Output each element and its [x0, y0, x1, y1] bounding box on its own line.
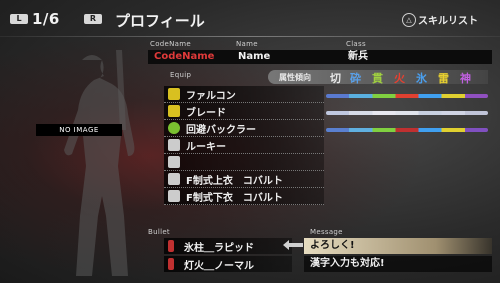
upper-garment-icon: [168, 173, 180, 185]
bullet-item-label: 灯火＿ノーマル: [184, 261, 254, 272]
codename-label: CodeName: [150, 40, 191, 48]
message-line-1[interactable]: よろしく!: [304, 238, 492, 254]
bullet-slot-2[interactable]: 灯火＿ノーマル: [164, 256, 292, 272]
name-value[interactable]: Name: [232, 50, 342, 64]
equip-slot-1[interactable]: ファルコン: [164, 86, 324, 103]
equip-slot-6[interactable]: F制式上衣 コバルト: [164, 171, 324, 188]
element-thunder: 雷: [438, 72, 449, 85]
element-pierce: 貫: [372, 72, 383, 85]
element-slash: 切: [330, 72, 341, 85]
control-unit-icon: [168, 139, 180, 151]
character-silhouette: [64, 50, 135, 276]
bullet-icon: [168, 258, 174, 270]
shield-icon: [168, 122, 180, 134]
equip-slot-7[interactable]: F制式下衣 コバルト: [164, 188, 324, 205]
equip-label: Equip: [170, 71, 192, 79]
equip-item-label: 回避バックラー: [186, 125, 256, 136]
bullet-icon: [168, 240, 174, 252]
name-label: Name: [236, 40, 258, 48]
class-label: Class: [346, 40, 366, 48]
page-title: プロフィール: [115, 12, 205, 30]
equip-slot-4[interactable]: ルーキー: [164, 137, 324, 154]
attribute-tendency-label: 属性傾向: [279, 73, 311, 82]
element-ice: 氷: [416, 72, 427, 85]
codename-value[interactable]: CodeName: [148, 50, 232, 64]
skill-list-button[interactable]: スキルリスト: [418, 12, 478, 27]
attribute-bar-weapon: [326, 94, 488, 98]
element-divine: 神: [460, 72, 471, 85]
attribute-bar-shield: [326, 128, 488, 132]
attribute-bar-gun: [326, 111, 488, 115]
speech-bubble-icon: [283, 240, 303, 250]
equip-item-label: F制式下衣 コバルト: [186, 193, 283, 204]
header: L 1/6 R プロフィール △ スキルリスト: [0, 0, 500, 40]
message-line-2[interactable]: 漢字入力も対応!: [304, 256, 492, 272]
equip-slot-5[interactable]: [164, 154, 324, 171]
blade-icon: [168, 88, 180, 100]
gun-icon: [168, 105, 180, 117]
lower-garment-icon: [168, 190, 180, 202]
bullet-slot-1[interactable]: 氷柱＿ラピッド: [164, 238, 292, 254]
equip-slot-2[interactable]: ブレード: [164, 103, 324, 120]
no-image-label: NO IMAGE: [36, 124, 122, 136]
equip-item-label: ルーキー: [186, 142, 226, 153]
equip-item-label: ブレード: [186, 108, 226, 119]
class-value[interactable]: 新兵: [342, 50, 492, 64]
message-label: Message: [310, 228, 343, 236]
bullet-item-label: 氷柱＿ラピッド: [184, 243, 254, 254]
element-crush: 砕: [350, 72, 361, 85]
equip-item-label: ファルコン: [186, 91, 236, 102]
triangle-button-icon[interactable]: △: [402, 13, 416, 27]
empty-slot-icon: [168, 156, 180, 168]
r-button-icon[interactable]: R: [84, 14, 102, 24]
header-divider: [0, 36, 500, 37]
l-button-icon[interactable]: L: [10, 14, 28, 24]
equip-item-label: F制式上衣 コバルト: [186, 176, 283, 187]
page-counter: 1/6: [32, 10, 60, 28]
element-fire: 火: [394, 72, 405, 85]
bullet-label: Bullet: [148, 228, 170, 236]
equip-slot-3[interactable]: 回避バックラー: [164, 120, 324, 137]
